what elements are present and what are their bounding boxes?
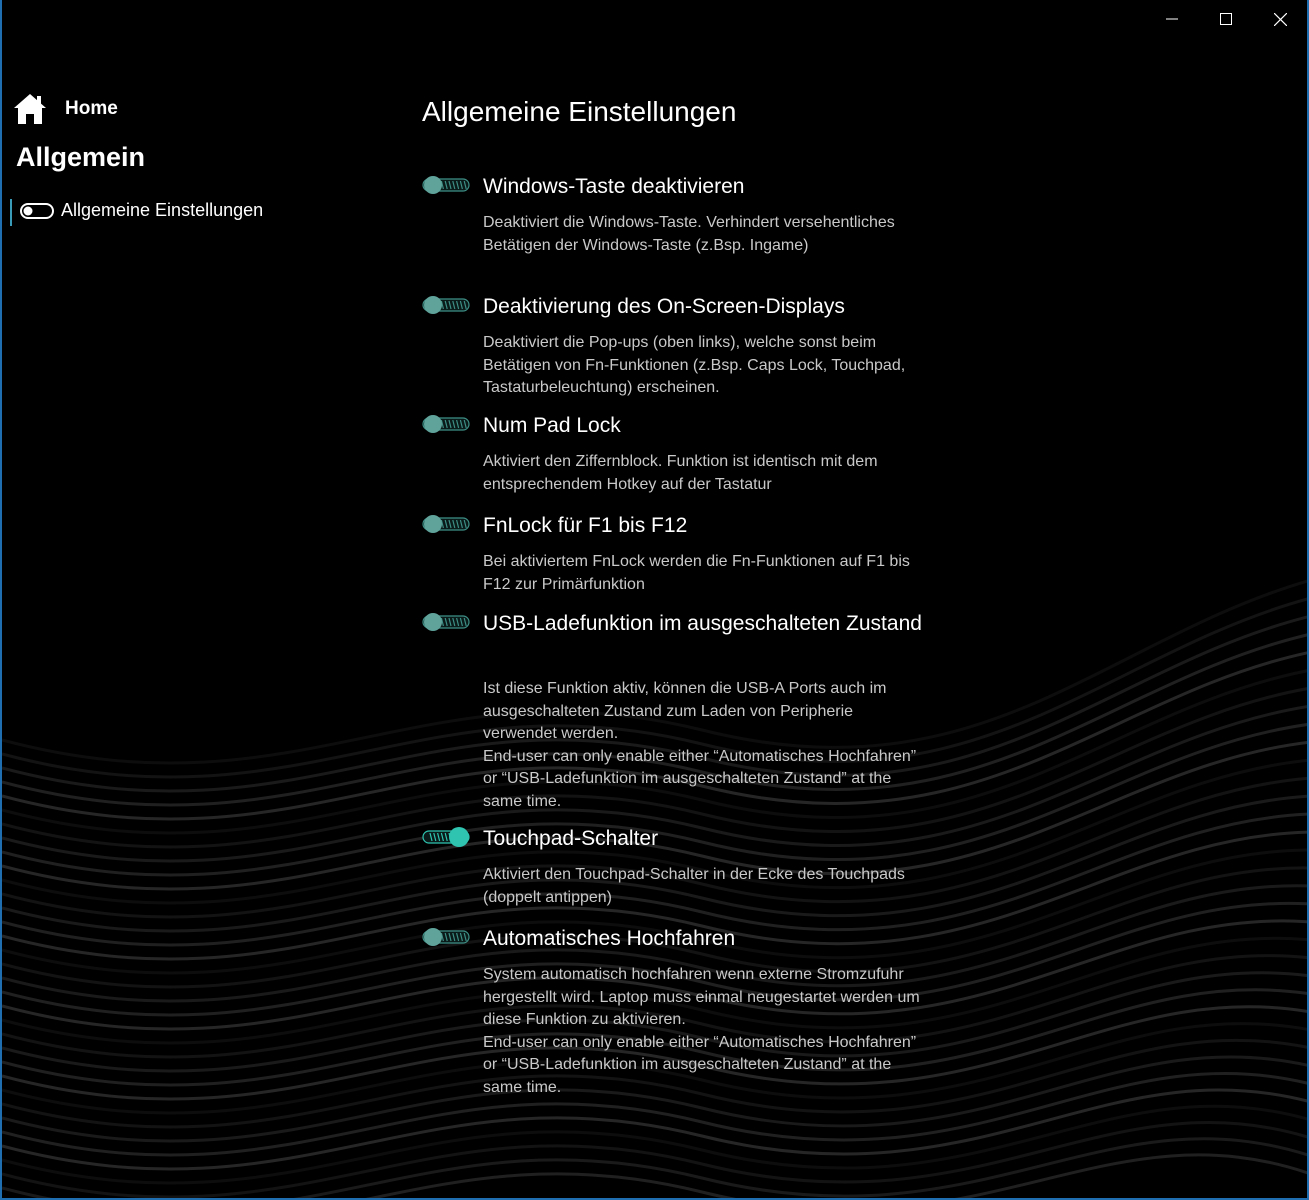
setting-description: Deaktiviert die Windows-Taste. Verhinder… [483,214,895,254]
toggle-switch[interactable] [422,513,470,535]
setting-description: Deaktiviert die Pop-ups (oben links), we… [483,334,906,396]
sidebar-item-allgemeine-einstellungen[interactable]: Allgemeine Einstellungen [10,197,350,227]
page-title: Allgemeine Einstellungen [422,96,737,127]
setting-description: Bei aktiviertem FnLock werden die Fn-Fun… [483,553,910,593]
toggle-knob [424,415,442,433]
setting-title: Touchpad-Schalter [483,827,659,850]
window-controls [1145,0,1307,38]
toggle-switch[interactable] [422,926,470,948]
toggle-knob [424,296,442,314]
sidebar-item-label: Allgemeine Einstellungen [61,200,264,220]
setting-description: Aktiviert den Touchpad-Schalter in der E… [483,866,905,906]
home-icon [14,94,46,124]
setting-title: Num Pad Lock [483,414,621,437]
toggle-knob [424,613,442,631]
selection-indicator [10,199,12,226]
app-window: Home Allgemein Allgemeine Einstellungen … [0,0,1309,1200]
setting-title: Windows-Taste deaktivieren [483,175,745,198]
toggle-knob [424,515,442,533]
toggle-icon [20,203,54,219]
maximize-icon [1220,13,1232,25]
maximize-button[interactable] [1199,0,1253,38]
toggle-switch[interactable] [422,413,470,435]
setting-description: System automatisch hochfahren wenn exter… [483,966,920,1096]
toggle-switch[interactable] [422,174,470,196]
minimize-button[interactable] [1145,0,1199,38]
minimize-icon [1166,18,1178,20]
home-label: Home [65,98,118,119]
sidebar-section-title: Allgemein [16,142,146,172]
setting-description: Aktiviert den Ziffernblock. Funktion ist… [483,453,878,493]
toggle-switch[interactable] [422,611,470,633]
close-icon [1273,12,1287,26]
setting-title: USB-Ladefunktion im ausgeschalteten Zust… [483,612,922,635]
setting-title: Automatisches Hochfahren [483,927,736,950]
setting-description: Ist diese Funktion aktiv, können die USB… [483,680,917,810]
toggle-knob [424,176,442,194]
setting-title: Deaktivierung des On-Screen-Displays [483,295,845,318]
toggle-switch[interactable] [422,826,470,848]
toggle-knob [449,827,469,847]
setting-title: FnLock für F1 bis F12 [483,514,688,537]
toggle-knob [424,928,442,946]
sidebar: Home Allgemein Allgemeine Einstellungen [4,0,384,1198]
home-link[interactable]: Home [12,92,118,126]
close-button[interactable] [1253,0,1307,38]
toggle-switch[interactable] [422,294,470,316]
